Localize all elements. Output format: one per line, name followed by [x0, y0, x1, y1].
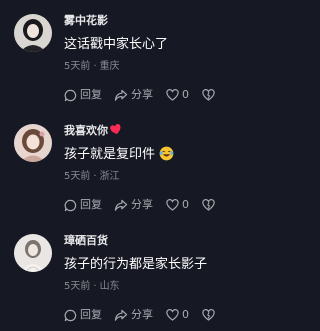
comment-actions: 回复 分享 0	[64, 307, 216, 323]
avatar[interactable]	[14, 124, 52, 162]
like-heart-icon	[166, 199, 179, 211]
username-text: 我喜欢你	[64, 124, 108, 137]
share-label: 分享	[131, 198, 153, 211]
reply-icon	[64, 89, 77, 101]
reply-label: 回复	[80, 88, 102, 101]
like-button[interactable]: 0	[166, 308, 202, 322]
share-button[interactable]: 分享	[114, 88, 166, 102]
heart-icon	[110, 124, 122, 139]
share-label: 分享	[131, 88, 153, 101]
comment-location: 重庆	[99, 61, 120, 72]
like-heart-icon	[166, 89, 179, 101]
dislike-heart-icon	[202, 199, 215, 211]
comment-text: 这话戳中家长心了	[64, 37, 169, 52]
comment-meta: 5天前 · 山东	[64, 281, 120, 292]
reply-icon	[64, 199, 77, 211]
share-button[interactable]: 分享	[114, 308, 166, 322]
share-icon	[114, 199, 128, 211]
comment-time: 5天前	[64, 61, 91, 72]
dislike-button[interactable]	[202, 89, 216, 101]
like-count: 0	[182, 308, 189, 321]
comment-time: 5天前	[64, 171, 91, 182]
reply-icon	[64, 309, 77, 321]
comment-meta: 5天前 · 重庆	[64, 61, 120, 72]
share-button[interactable]: 分享	[114, 198, 166, 212]
reply-button[interactable]: 回复	[64, 88, 114, 102]
reply-button[interactable]: 回复	[64, 308, 114, 322]
comment-item: 雾中花影 这话戳中家长心了 5天前 · 重庆 回复 分享 0	[0, 0, 262, 110]
like-count: 0	[182, 88, 189, 101]
comment-location: 山东	[99, 281, 120, 292]
like-count: 0	[182, 198, 189, 211]
comment-time: 5天前	[64, 281, 91, 292]
comment-text: 孩子就是复印件	[64, 146, 174, 167]
comment-list: 雾中花影 这话戳中家长心了 5天前 · 重庆 回复 分享 0 我喜欢你 孩子就是…	[0, 0, 262, 331]
username[interactable]: 雾中花影	[64, 14, 108, 28]
dislike-button[interactable]	[202, 199, 216, 211]
comment-item: 我喜欢你 孩子就是复印件 5天前 · 浙江 回复 分享 0	[0, 110, 262, 220]
reply-button[interactable]: 回复	[64, 198, 114, 212]
share-icon	[114, 309, 128, 321]
reply-label: 回复	[80, 308, 102, 321]
avatar[interactable]	[14, 14, 52, 52]
comment-location: 浙江	[99, 171, 120, 182]
like-button[interactable]: 0	[166, 198, 202, 212]
laughing-tears-emoji-icon	[159, 146, 174, 167]
comment-item: 璋硒百货 孩子的行为都是家长影子 5天前 · 山东 回复 分享 0	[0, 220, 262, 330]
like-button[interactable]: 0	[166, 88, 202, 102]
reply-label: 回复	[80, 198, 102, 211]
share-icon	[114, 89, 128, 101]
dislike-button[interactable]	[202, 309, 216, 321]
username[interactable]: 我喜欢你	[64, 124, 122, 139]
comment-actions: 回复 分享 0	[64, 87, 216, 103]
avatar[interactable]	[14, 234, 52, 272]
like-heart-icon	[166, 309, 179, 321]
comment-actions: 回复 分享 0	[64, 197, 216, 213]
comment-text: 孩子的行为都是家长影子	[64, 257, 208, 272]
dislike-heart-icon	[202, 309, 215, 321]
comment-text-content: 孩子就是复印件	[64, 147, 156, 162]
dislike-heart-icon	[202, 89, 215, 101]
username[interactable]: 璋硒百货	[64, 234, 108, 248]
comment-meta: 5天前 · 浙江	[64, 171, 120, 182]
share-label: 分享	[131, 308, 153, 321]
